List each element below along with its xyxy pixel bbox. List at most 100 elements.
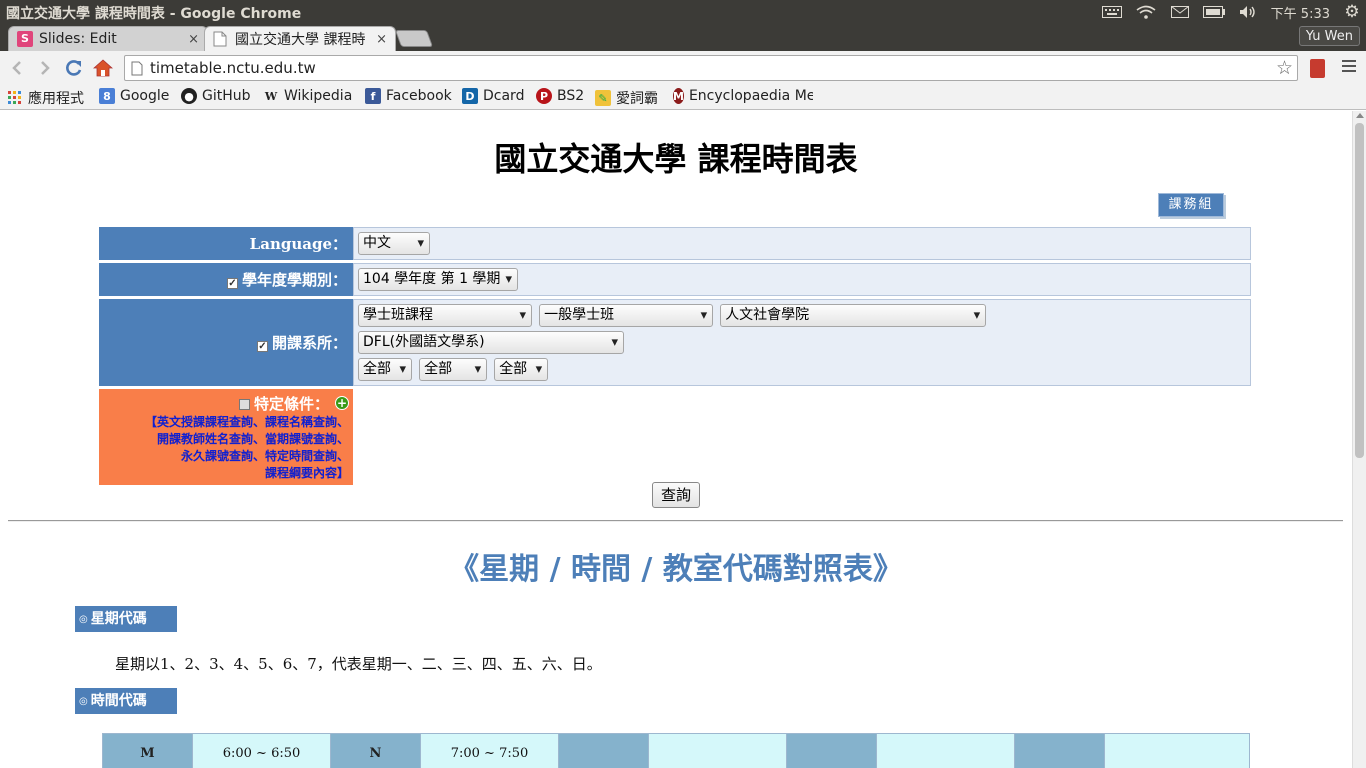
tab-label: Slides: Edit: [39, 31, 117, 47]
bookmark-apps[interactable]: 應用程式: [7, 88, 84, 108]
time-code: N: [330, 733, 421, 768]
time-code: [1014, 733, 1105, 768]
google-icon: 8: [99, 88, 115, 104]
dcard-icon: D: [462, 88, 478, 104]
profile-button[interactable]: Yu Wen: [1298, 26, 1360, 46]
bookmarks-bar: 應用程式 8 Google ● GitHub W Wikipedia f Fac…: [0, 84, 1366, 110]
wikipedia-icon: W: [264, 89, 278, 103]
page-icon: [131, 61, 143, 80]
department-checkbox[interactable]: ✓: [256, 341, 268, 352]
apps-grid-icon: [7, 90, 23, 106]
term-select[interactable]: 104 學年度 第 1 學期: [358, 268, 518, 291]
time-range: [648, 733, 787, 768]
bookmark-label: Facebook: [386, 88, 452, 104]
tab-slides[interactable]: S Slides: Edit ×: [8, 26, 208, 51]
facebook-icon: f: [365, 88, 381, 104]
term-checkbox[interactable]: ✓: [226, 278, 238, 289]
time-code: [558, 733, 649, 768]
special-link-line[interactable]: 【英文授課課程查詢、課程名稱查詢、: [99, 414, 349, 431]
query-button[interactable]: 查詢: [652, 482, 700, 508]
bookmark-star-icon[interactable]: ☆: [1276, 57, 1293, 79]
tab-label: 國立交通大學 課程時: [235, 32, 366, 48]
course-type-select[interactable]: 學士班課程: [358, 304, 532, 327]
special-link-line[interactable]: 開課教師姓名查詢、當期課號查詢、: [99, 431, 349, 448]
encyclopaedia-icon: M: [673, 88, 684, 104]
bookmark-iciba[interactable]: ✎ 愛詞霸: [595, 88, 658, 108]
special-conditions-label: 特定條件：: [253, 395, 329, 413]
grade-select[interactable]: 全部: [358, 358, 412, 381]
url-text[interactable]: timetable.nctu.edu.tw: [150, 59, 316, 77]
new-tab-button[interactable]: [394, 30, 434, 47]
class-select[interactable]: 全部: [494, 358, 549, 381]
office-button[interactable]: 課務組: [1158, 193, 1224, 217]
address-bar[interactable]: timetable.nctu.edu.tw ☆: [124, 55, 1298, 81]
special-conditions-cell: 特定條件： + 【英文授課課程查詢、課程名稱查詢、 開課教師姓名查詢、當期課號查詢…: [99, 389, 353, 485]
time-code-table: M 6:00 ~ 6:50 N 7:00 ~ 7:50: [102, 733, 1250, 768]
department-select[interactable]: DFL(外國語文學系): [358, 331, 624, 354]
department-label: ✓ 開課系所：: [99, 299, 353, 386]
volume-icon[interactable]: [1231, 0, 1265, 24]
term-cell: 104 學年度 第 1 學期: [353, 263, 1251, 296]
special-conditions-empty: [353, 389, 1251, 485]
vertical-scrollbar[interactable]: [1352, 111, 1366, 768]
section-title: 《星期 / 時間 / 教室代碼對照表》: [449, 552, 903, 587]
bookmark-label: Dcard: [483, 88, 525, 104]
back-icon[interactable]: [4, 55, 30, 81]
page-viewport: 國立交通大學 課程時間表 課務組 Language： 中文 ✓學年度學期別： 1…: [0, 111, 1352, 768]
search-form: Language： 中文 ✓學年度學期別： 104 學年度 第 1 學期 ✓開課…: [99, 224, 1251, 488]
github-icon: ●: [181, 88, 197, 104]
bookmark-google[interactable]: 8 Google: [99, 88, 169, 104]
department-cell: 學士班課程 一般學士班 人文社會學院 DFL(外國語文學系) 全部 全部 全部: [353, 299, 1251, 386]
time-code: M: [102, 733, 193, 768]
window-title: 國立交通大學 課程時間表 - Google Chrome: [6, 6, 302, 22]
expand-plus-icon[interactable]: +: [335, 396, 349, 410]
time-range: 7:00 ~ 7:50: [420, 733, 559, 768]
bookmark-label: 愛詞霸: [616, 91, 658, 107]
browser-toolbar: timetable.nctu.edu.tw ☆: [0, 51, 1366, 84]
special-link-line[interactable]: 永久課號查詢、特定時間查詢、: [99, 448, 349, 465]
page-title: 國立交通大學 課程時間表: [494, 140, 858, 178]
extension-icon[interactable]: [1310, 59, 1325, 78]
forward-icon[interactable]: [32, 55, 58, 81]
tab-close-icon[interactable]: ×: [188, 32, 199, 47]
tab-close-icon[interactable]: ×: [376, 32, 387, 47]
mail-icon[interactable]: [1163, 0, 1197, 24]
weekday-section-header: ◎ 星期代碼: [75, 606, 177, 632]
bookmark-dcard[interactable]: D Dcard: [462, 88, 524, 104]
weekday-description: 星期以1、2、3、4、5、6、7，代表星期一、二、三、四、五、六、日。: [115, 655, 602, 673]
scroll-up-icon[interactable]: [1356, 113, 1364, 118]
system-tray: 下午 5:33 ⚙: [1095, 0, 1366, 24]
bookmark-label: Google: [120, 88, 170, 104]
special-link-line[interactable]: 課程綱要內容】: [99, 465, 349, 482]
special-conditions-checkbox[interactable]: [238, 399, 250, 410]
scrollbar-thumb[interactable]: [1355, 123, 1364, 458]
college-select[interactable]: 人文社會學院: [720, 304, 987, 327]
bookmark-encyclopaedia[interactable]: M Encyclopaedia Me: [673, 88, 813, 104]
time-code: [786, 733, 877, 768]
chrome-menu-icon[interactable]: [1342, 60, 1356, 75]
time-section-header: ◎ 時間代碼: [75, 688, 177, 714]
language-select[interactable]: 中文: [358, 232, 430, 255]
bs2-icon: P: [536, 88, 552, 104]
keyboard-icon[interactable]: [1095, 0, 1129, 24]
clock[interactable]: 下午 5:33: [1265, 3, 1338, 22]
bookmark-facebook[interactable]: f Facebook: [365, 88, 452, 104]
home-icon[interactable]: [90, 55, 116, 81]
bookmark-wikipedia[interactable]: W Wikipedia: [263, 88, 352, 104]
reload-icon[interactable]: [61, 55, 87, 81]
bullet-icon: ◎: [79, 614, 88, 625]
bookmark-github[interactable]: ● GitHub: [181, 88, 251, 104]
tab-timetable[interactable]: 國立交通大學 課程時 ×: [204, 26, 396, 51]
time-range: 6:00 ~ 6:50: [192, 733, 331, 768]
table-row: M 6:00 ~ 6:50 N 7:00 ~ 7:50: [102, 733, 1250, 768]
wifi-icon[interactable]: [1129, 0, 1163, 24]
tab-strip: S Slides: Edit × 國立交通大學 課程時 × Yu Wen: [0, 24, 1366, 51]
bookmark-bs2[interactable]: P BS2: [536, 88, 584, 104]
language-label: Language：: [99, 227, 353, 260]
settings-gear-icon[interactable]: ⚙: [1338, 0, 1366, 24]
group-select[interactable]: 全部: [419, 358, 488, 381]
bullet-icon: ◎: [79, 696, 88, 707]
time-range: [876, 733, 1015, 768]
class-type-select[interactable]: 一般學士班: [539, 304, 714, 327]
battery-icon[interactable]: [1197, 0, 1231, 24]
